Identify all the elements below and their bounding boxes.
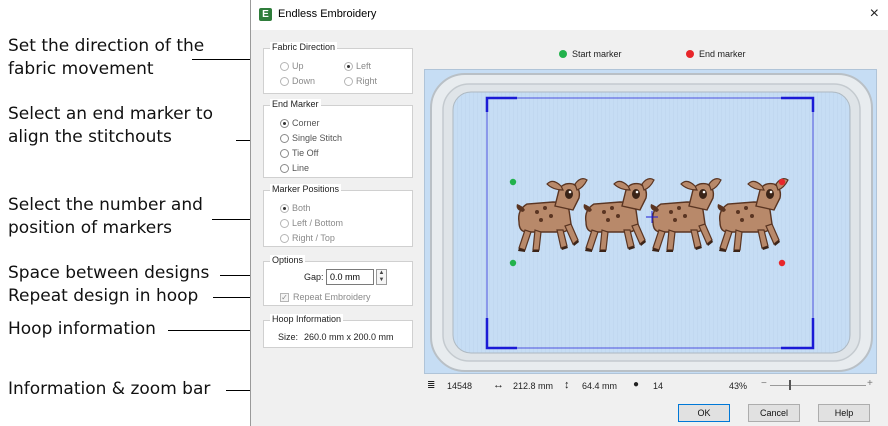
- annotation-info-bar: Information & zoom bar: [8, 379, 211, 399]
- preview-canvas: [430, 73, 873, 372]
- zoom-slider-track[interactable]: [770, 385, 866, 386]
- radio-dot: [280, 118, 289, 128]
- radio-single-stitch[interactable]: Single Stitch: [280, 133, 342, 143]
- radio-dot: [344, 76, 353, 86]
- group-title: Marker Positions: [270, 184, 342, 194]
- leader-line: [168, 330, 258, 331]
- cancel-button[interactable]: Cancel: [748, 404, 800, 422]
- zoom-out-icon[interactable]: −: [761, 378, 767, 389]
- repeat-embroidery-checkbox[interactable]: ✓ Repeat Embroidery: [280, 292, 371, 302]
- help-button[interactable]: Help: [818, 404, 870, 422]
- radio-dot: [280, 218, 289, 228]
- annotation-hoop: Hoop information: [8, 319, 156, 339]
- size-label: Size:: [278, 332, 299, 342]
- annotation-text: Select an end marker to: [8, 104, 213, 124]
- gap-input[interactable]: 0.0 mm: [326, 269, 374, 285]
- radio-label: Tie Off: [292, 148, 319, 158]
- height-icon: ↕: [564, 379, 570, 391]
- radio-corner[interactable]: Corner: [280, 118, 320, 128]
- gap-label: Gap:: [304, 272, 324, 282]
- radio-up[interactable]: Up: [280, 61, 304, 71]
- radio-dot: [280, 163, 289, 173]
- color-count: 14: [653, 381, 664, 391]
- design-height: 64.4 mm: [582, 381, 618, 391]
- radio-down[interactable]: Down: [280, 76, 315, 86]
- radio-dot: [280, 133, 289, 143]
- radio-label: Right / Top: [292, 233, 335, 243]
- annotation-text: Set the direction of the: [8, 36, 205, 56]
- radio-dot: [280, 203, 289, 213]
- radio-dot: [280, 76, 289, 86]
- radio-dot: [280, 61, 289, 71]
- radio-dot: [344, 61, 353, 71]
- hoop-info-group: Hoop Information Size: 260.0 mm x 200.0 …: [263, 314, 413, 348]
- radio-label: Corner: [292, 118, 320, 128]
- endless-embroidery-dialog: E Endless Embroidery × Fabric Direction …: [250, 0, 888, 426]
- radio-dot: [280, 233, 289, 243]
- size-value: 260.0 mm x 200.0 mm: [304, 332, 394, 342]
- leader-line: [192, 59, 258, 60]
- ok-button[interactable]: OK: [678, 404, 730, 422]
- radio-left[interactable]: Left: [344, 61, 371, 71]
- radio-label: Both: [292, 203, 311, 213]
- annotation-text: Select the number and: [8, 195, 203, 215]
- start-marker-dot: [559, 50, 567, 58]
- checkmark-icon: ✓: [280, 292, 289, 302]
- palette-icon: ●: [633, 379, 640, 390]
- group-title: Hoop Information: [270, 314, 344, 324]
- radio-label: Right: [356, 76, 378, 86]
- group-title: Options: [270, 255, 306, 265]
- annotation-gap: Space between designs: [8, 263, 210, 283]
- fabric-direction-group: Fabric Direction Up Left Down Right: [263, 42, 413, 94]
- radio-left-bottom[interactable]: Left / Bottom: [280, 218, 343, 228]
- dialog-title: Endless Embroidery: [278, 8, 377, 20]
- annotation-text: align the stitchouts: [8, 127, 172, 147]
- end-marker-dot: [686, 50, 694, 58]
- radio-right-top[interactable]: Right / Top: [280, 233, 335, 243]
- annotation-text: position of markers: [8, 218, 173, 238]
- zoom-in-icon[interactable]: +: [867, 378, 873, 389]
- gap-spinner[interactable]: ▲ ▼: [376, 269, 387, 285]
- radio-right[interactable]: Right: [344, 76, 377, 86]
- title-bar: E Endless Embroidery ×: [251, 0, 888, 30]
- annotation-repeat: Repeat design in hoop: [8, 286, 199, 306]
- radio-label: Left / Bottom: [292, 218, 344, 228]
- annotation-text: fabric movement: [8, 59, 154, 79]
- radio-both[interactable]: Both: [280, 203, 311, 213]
- checkbox-label: Repeat Embroidery: [293, 292, 371, 302]
- close-icon[interactable]: ×: [870, 5, 879, 23]
- radio-label: Single Stitch: [292, 133, 343, 143]
- radio-tie-off[interactable]: Tie Off: [280, 148, 319, 158]
- app-icon: E: [259, 8, 272, 21]
- radio-label: Line: [292, 163, 310, 173]
- design-width: 212.8 mm: [513, 381, 554, 391]
- radio-dot: [280, 148, 289, 158]
- end-marker-group: End Marker Corner Single Stitch Tie Off …: [263, 99, 413, 178]
- group-title: Fabric Direction: [270, 42, 338, 52]
- start-marker-legend: Start marker: [559, 49, 622, 59]
- leader-line: [226, 390, 250, 391]
- zoom-slider-thumb[interactable]: [789, 380, 792, 390]
- radio-label: Left: [356, 61, 372, 71]
- radio-line[interactable]: Line: [280, 163, 309, 173]
- width-icon: ↔: [493, 379, 504, 391]
- stitch-count-icon: ≣: [427, 380, 436, 391]
- zoom-level: 43%: [729, 381, 748, 391]
- legend-label: End marker: [699, 49, 746, 59]
- marker-positions-group: Marker Positions Both Left / Bottom Righ…: [263, 184, 413, 247]
- design-preview[interactable]: [424, 69, 877, 374]
- legend-label: Start marker: [572, 49, 622, 59]
- radio-label: Up: [292, 61, 304, 71]
- end-marker-legend: End marker: [686, 49, 746, 59]
- radio-label: Down: [292, 76, 316, 86]
- stitch-count: 14548: [447, 381, 473, 391]
- options-group: Options Gap: 0.0 mm ▲ ▼ ✓ Repeat Embroide…: [263, 255, 413, 306]
- group-title: End Marker: [270, 99, 321, 109]
